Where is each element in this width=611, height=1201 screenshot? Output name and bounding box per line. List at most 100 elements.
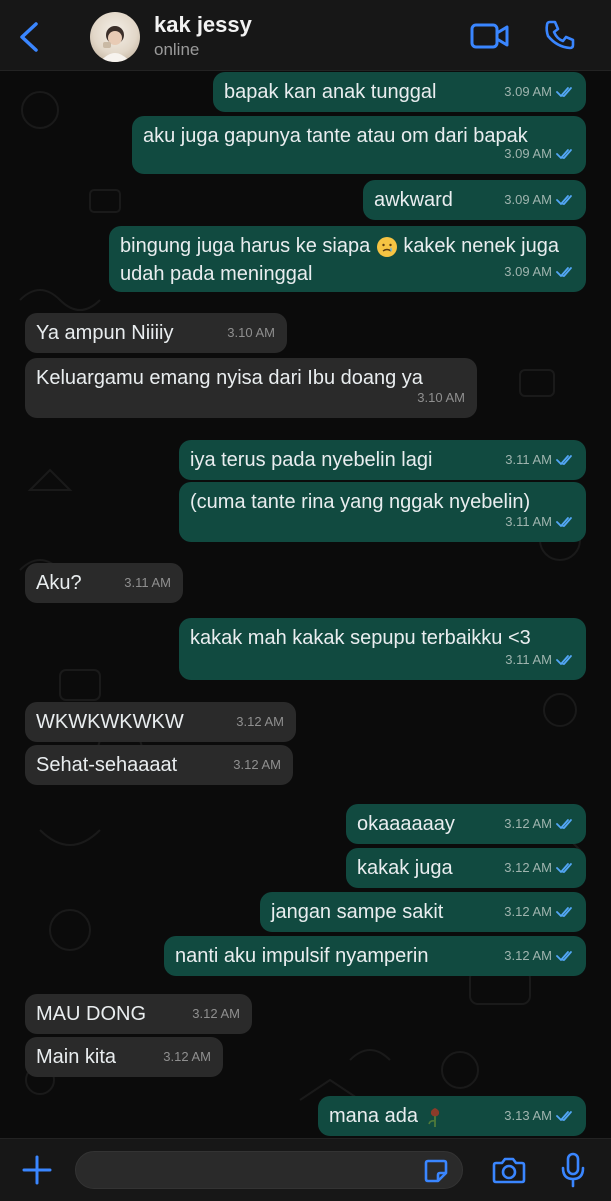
message-text-content: awkward: [374, 189, 453, 211]
outgoing-message[interactable]: (cuma tante rina yang nggak nyebelin) 3.1…: [179, 482, 586, 542]
incoming-message[interactable]: Ya ampun Niiiiy 3.10 AM: [25, 313, 287, 353]
message-meta: 3.12 AM: [504, 942, 574, 970]
message-time: 3.09 AM: [504, 84, 552, 99]
read-receipt-icon: [556, 454, 574, 466]
message-time: 3.09 AM: [504, 192, 552, 207]
message-text-content: Sehat-sehaaaat: [36, 754, 178, 776]
read-receipt-icon: [556, 906, 574, 918]
wilted-rose-icon: [418, 1105, 446, 1127]
message-text: Keluargamu emang nyisa dari Ibu doang ya: [36, 364, 466, 392]
message-time: 3.12 AM: [233, 757, 281, 772]
chat-header: kak jessy online: [0, 0, 611, 71]
message-text-content: nanti aku impulsif nyamperin: [175, 945, 429, 967]
video-camera-icon[interactable]: [470, 22, 510, 50]
outgoing-message[interactable]: kakak juga 3.12 AM: [346, 848, 586, 888]
message-text-content: Aku?: [36, 572, 82, 594]
message-text-content: Main kita: [36, 1046, 117, 1068]
message-text-content: kakak juga: [357, 857, 453, 879]
message-meta: 3.12 AM: [504, 898, 574, 926]
message-text-content: (cuma tante rina yang nggak nyebelin): [190, 491, 531, 513]
message-time: 3.10 AM: [227, 325, 275, 340]
message-meta: 3.10 AM: [227, 319, 275, 347]
read-receipt-icon: [556, 654, 574, 666]
contact-name[interactable]: kak jessy: [154, 12, 252, 38]
avatar[interactable]: [90, 12, 140, 62]
message-meta: 3.11 AM: [505, 508, 574, 536]
message-time: 3.12 AM: [504, 816, 552, 831]
message-meta: 3.09 AM: [504, 186, 574, 214]
incoming-message[interactable]: Main kita 3.12 AM: [25, 1037, 223, 1077]
message-text-content: okaaaaaay: [357, 813, 455, 835]
message-text-content: WKWKWKWKW: [36, 711, 184, 733]
message-meta: 3.12 AM: [192, 1000, 240, 1028]
message-time: 3.12 AM: [504, 948, 552, 963]
outgoing-message[interactable]: jangan sampe sakit 3.12 AM: [260, 892, 586, 932]
message-time: 3.12 AM: [504, 860, 552, 875]
contact-status: online: [154, 40, 200, 59]
incoming-message[interactable]: WKWKWKWKW 3.12 AM: [25, 702, 296, 742]
outgoing-message[interactable]: kakak mah kakak sepupu terbaikku <3 3.11 …: [179, 618, 586, 680]
message-meta: 3.11 AM: [505, 646, 574, 674]
incoming-message[interactable]: Aku? 3.11 AM: [25, 563, 183, 603]
message-time: 3.11 AM: [505, 652, 552, 667]
read-receipt-icon: [556, 950, 574, 962]
outgoing-message[interactable]: okaaaaaay 3.12 AM: [346, 804, 586, 844]
message-text-content: mana ada: [329, 1105, 418, 1127]
message-time: 3.09 AM: [504, 264, 552, 279]
outgoing-message[interactable]: awkward 3.09 AM: [363, 180, 586, 220]
message-meta: 3.13 AM: [504, 1102, 574, 1130]
message-text-content: Keluargamu emang nyisa dari Ibu doang ya: [36, 367, 423, 389]
message-meta: 3.12 AM: [504, 810, 574, 838]
message-time: 3.09 AM: [504, 146, 552, 161]
outgoing-message[interactable]: iya terus pada nyebelin lagi 3.11 AM: [179, 440, 586, 480]
incoming-message[interactable]: Keluargamu emang nyisa dari Ibu doang ya…: [25, 358, 477, 418]
message-meta: 3.12 AM: [504, 854, 574, 882]
message-meta: 3.10 AM: [417, 384, 465, 412]
input-bar: [0, 1138, 611, 1201]
message-meta: 3.11 AM: [124, 569, 171, 597]
microphone-icon[interactable]: [560, 1152, 586, 1188]
camera-icon[interactable]: [492, 1155, 526, 1185]
message-text-content: kakak mah kakak sepupu terbaikku <3: [190, 627, 531, 649]
message-text-content: MAU DONG: [36, 1003, 146, 1025]
chevron-left-icon[interactable]: [14, 20, 46, 54]
message-meta: 3.09 AM: [504, 258, 574, 286]
read-receipt-icon: [556, 862, 574, 874]
read-receipt-icon: [556, 194, 574, 206]
message-meta: 3.09 AM: [504, 140, 574, 168]
message-text-content: aku juga gapunya tante atau om dari bapa…: [143, 125, 528, 147]
outgoing-message[interactable]: bingung juga harus ke siapa kakek nenek …: [109, 226, 586, 292]
read-receipt-icon: [556, 1110, 574, 1122]
message-meta: 3.11 AM: [505, 446, 574, 474]
message-time: 3.11 AM: [505, 514, 552, 529]
message-meta: 3.12 AM: [233, 751, 281, 779]
incoming-message[interactable]: Sehat-sehaaaat 3.12 AM: [25, 745, 293, 785]
message-time: 3.11 AM: [124, 575, 171, 590]
crying-face-icon: [370, 235, 403, 257]
outgoing-message[interactable]: nanti aku impulsif nyamperin 3.12 AM: [164, 936, 586, 976]
read-receipt-icon: [556, 148, 574, 160]
plus-icon[interactable]: [20, 1153, 54, 1187]
message-time: 3.12 AM: [192, 1006, 240, 1021]
read-receipt-icon: [556, 818, 574, 830]
read-receipt-icon: [556, 86, 574, 98]
outgoing-message[interactable]: bapak kan anak tunggal 3.09 AM: [213, 72, 586, 112]
sticker-icon[interactable]: [423, 1158, 449, 1184]
message-time: 3.10 AM: [417, 390, 465, 405]
incoming-message[interactable]: MAU DONG 3.12 AM: [25, 994, 252, 1034]
message-meta: 3.09 AM: [504, 78, 574, 106]
outgoing-message[interactable]: aku juga gapunya tante atau om dari bapa…: [132, 116, 586, 174]
read-receipt-icon: [556, 516, 574, 528]
read-receipt-icon: [556, 266, 574, 278]
message-text-content: Ya ampun Niiiiy: [36, 322, 174, 344]
message-text-content: iya terus pada nyebelin lagi: [190, 449, 433, 471]
message-time: 3.12 AM: [236, 714, 284, 729]
message-meta: 3.12 AM: [163, 1043, 211, 1071]
message-input[interactable]: [75, 1151, 463, 1189]
outgoing-message[interactable]: mana ada 3.13 AM: [318, 1096, 586, 1136]
message-text-content: bingung juga harus ke siapa: [120, 235, 371, 257]
message-time: 3.12 AM: [504, 904, 552, 919]
message-meta: 3.12 AM: [236, 708, 284, 736]
message-time: 3.11 AM: [505, 452, 552, 467]
phone-icon[interactable]: [543, 18, 577, 52]
